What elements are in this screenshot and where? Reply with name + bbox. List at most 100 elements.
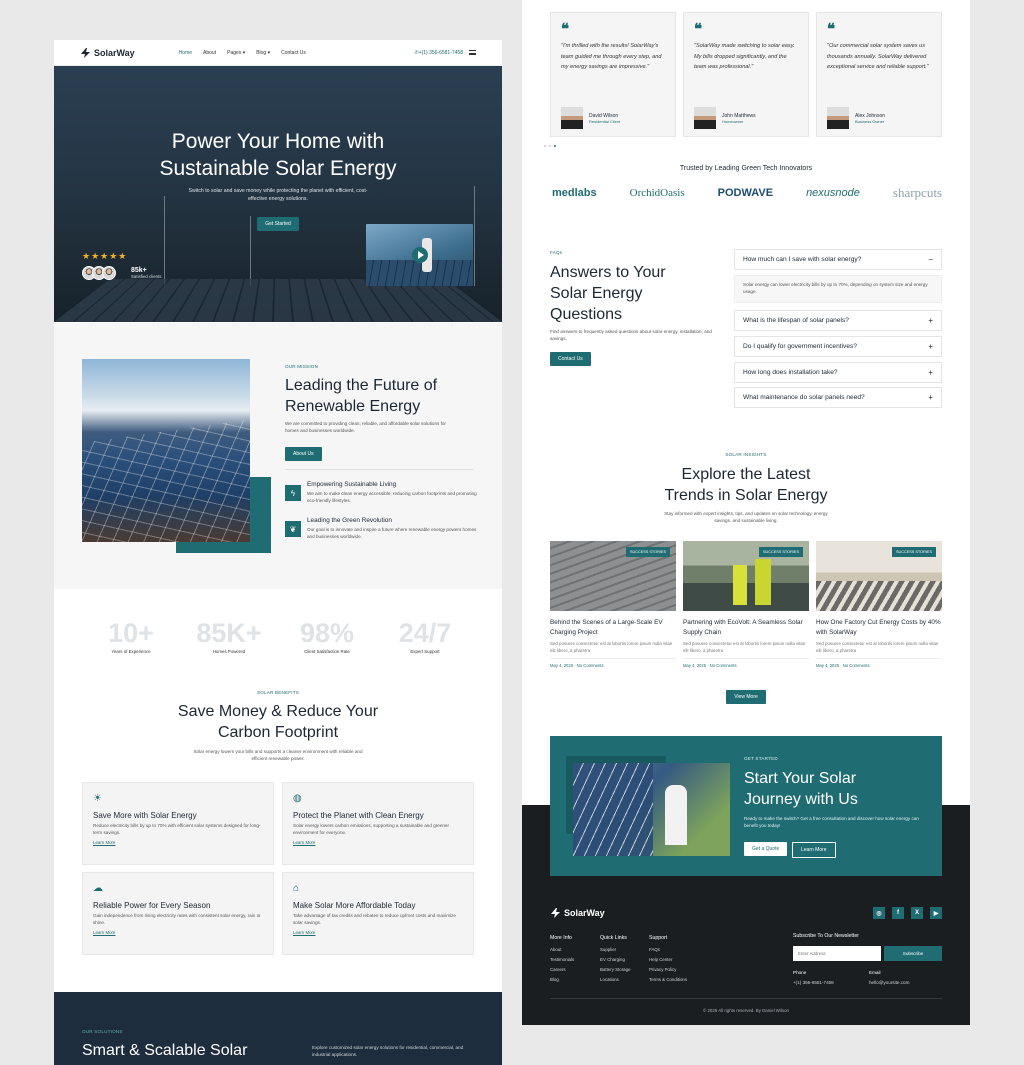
carousel-dot[interactable] [544,145,546,147]
menu-icon[interactable] [469,50,476,55]
faq-item[interactable]: What maintenance do solar panels need? + [734,387,942,408]
footer-link[interactable]: FAQs [649,945,687,955]
divider [285,469,473,470]
youtube-icon[interactable]: ▶ [930,907,942,919]
nav-blog[interactable]: Blog ▾ [256,50,270,56]
nav-home[interactable]: Home [179,50,192,56]
brand-logo-sharpcuts: sharpcuts [893,185,942,201]
facebook-icon[interactable]: f [892,907,904,919]
testimonial-author: Alex Johnson Business Owner [827,107,885,129]
footer-link[interactable]: Terms & Conditions [649,975,687,985]
x-icon[interactable]: X [911,907,923,919]
blog-title[interactable]: Partnering with EcoVolt: A Seamless Sola… [683,618,809,638]
turbine-decoration [164,196,165,286]
email-value[interactable]: hello@yoursite.com [869,978,909,988]
footer-link[interactable]: Blog [550,975,574,985]
footer-col-support: Support FAQs Help Center Privacy Policy … [649,933,687,985]
play-icon[interactable] [412,247,428,263]
faq-title-line2: Solar Energy [550,285,643,302]
newsletter-email-input[interactable] [793,946,881,961]
get-started-button[interactable]: Get Started [257,217,299,231]
footer-link[interactable]: Locations [600,975,631,985]
faq-item[interactable]: Do I qualify for government incentives? + [734,336,942,357]
worker-figure [733,565,747,605]
contact-us-button[interactable]: Contact Us [550,352,591,366]
blog-comments[interactable]: No Comments [710,663,737,668]
clients-count: 85k+ [131,267,162,274]
nav-pages[interactable]: Pages ▾ [227,50,245,56]
quote-icon: ❝ [827,23,931,35]
avatar [102,266,116,280]
solutions-section: OUR SOLUTIONS Smart & Scalable Solar Exp… [54,992,502,1065]
mission-title-line2: Renewable Energy [285,398,420,415]
learn-more-link[interactable]: Learn More [93,840,263,845]
carousel-dot[interactable] [549,145,551,147]
plus-icon: + [928,368,933,377]
author-info: Alex Johnson Business Owner [849,113,885,124]
benefit-card: ☀ Save More with Solar Energy Reduce ele… [82,782,274,865]
footer-link[interactable]: About [550,945,574,955]
quote-icon: ❝ [561,23,665,35]
brand-logo-medlabs: medlabs [552,187,597,199]
stat-label: Homes Powered [184,649,274,654]
instagram-icon[interactable]: ◎ [873,907,885,919]
footer-link[interactable]: Testimonials [550,955,574,965]
plus-icon: + [928,393,933,402]
view-more-button[interactable]: View More [726,690,766,704]
blog-card[interactable]: SUCCESS STORIES How One Factory Cut Ener… [816,541,942,668]
footer-link[interactable]: Privacy Policy [649,965,687,975]
footer-link[interactable]: Battery Storage [600,965,631,975]
about-us-button[interactable]: About Us [285,447,322,461]
stat-value: 85K+ [184,619,274,647]
faq-item[interactable]: What is the lifespan of solar panels? + [734,310,942,331]
footer-col-quick-links: Quick Links Supplier EV Charging Battery… [600,933,631,985]
nav-phone[interactable]: ✆+(1) 356-6581-7458 [414,50,463,56]
footer-link[interactable]: Supplier [600,945,631,955]
blog-date: May 4, 2025 [683,663,706,668]
learn-more-link[interactable]: Learn More [293,840,463,845]
blog-card[interactable]: SUCCESS STORIES Behind the Scenes of a L… [550,541,676,668]
clients-stat: 85k+ Satisfied clients [131,267,162,279]
learn-more-button[interactable]: Learn More [792,842,836,858]
footer-link[interactable]: Help Center [649,955,687,965]
learn-more-link[interactable]: Learn More [293,930,463,935]
footer-logo[interactable]: SolarWay [550,908,605,918]
testimonial-author: David Wilson Residential Client [561,107,620,129]
footer-col-more-info: More Info About Testimonials Careers Blo… [550,933,574,985]
blog-comments[interactable]: No Comments [843,663,870,668]
nav-about[interactable]: About [203,50,216,56]
get-quote-button[interactable]: Get a Quote [744,842,787,856]
faq-item[interactable]: How long does installation take? + [734,362,942,383]
blog-meta: May 4, 2025 · No Comments [816,658,942,668]
footer-link[interactable]: EV Charging [600,955,631,965]
subscribe-button[interactable]: Subscribe [884,946,942,961]
faq-item-open[interactable]: How much can I save with solar energy? − [734,249,942,270]
video-thumbnail[interactable] [366,224,473,286]
blog-title[interactable]: Behind the Scenes of a Large-Scale EV Ch… [550,618,676,638]
mission-section: OUR MISSION Leading the Future of Renewab… [54,323,502,589]
brand-logo[interactable]: SolarWay [80,48,135,58]
faq-question: How long does installation take? [743,369,838,376]
blog-card[interactable]: SUCCESS STORIES Partnering with EcoVolt:… [683,541,809,668]
blog-excerpt: Sed posuere consectetur est at lobortis … [550,641,676,654]
nav-contact[interactable]: Contact Us [281,50,306,56]
faq-label: FAQs [550,250,562,255]
learn-more-link[interactable]: Learn More [93,930,263,935]
clients-label: Satisfied clients [131,274,162,279]
cta-banner: GET STARTED Start Your Solar Journey with… [550,736,942,876]
store-icon: ⌂ [293,883,463,897]
testimonial-text: "Our commercial solar system saves us th… [827,41,931,73]
blog-comments[interactable]: No Comments [577,663,604,668]
carousel-dot-active[interactable] [554,145,556,147]
footer-link[interactable]: Careers [550,965,574,975]
phone-value[interactable]: +(1) 356-6581-7458 [793,978,834,988]
panel-rows [816,581,942,611]
nav-pages-label: Pages [227,50,241,56]
minus-icon: − [928,255,933,264]
brand-logos: medlabs OrchidOasis PODWAVE nexusnode sh… [552,185,942,201]
social-links: ◎ f X ▶ [873,907,942,919]
blog-title[interactable]: How One Factory Cut Energy Costs by 40% … [816,618,942,638]
insights-label: SOLAR INSIGHTS [522,452,970,457]
left-page: SolarWay Home About Pages ▾ Blog ▾ Conta… [54,40,502,1065]
faq-desc: Find answers to frequently asked questio… [550,329,720,342]
